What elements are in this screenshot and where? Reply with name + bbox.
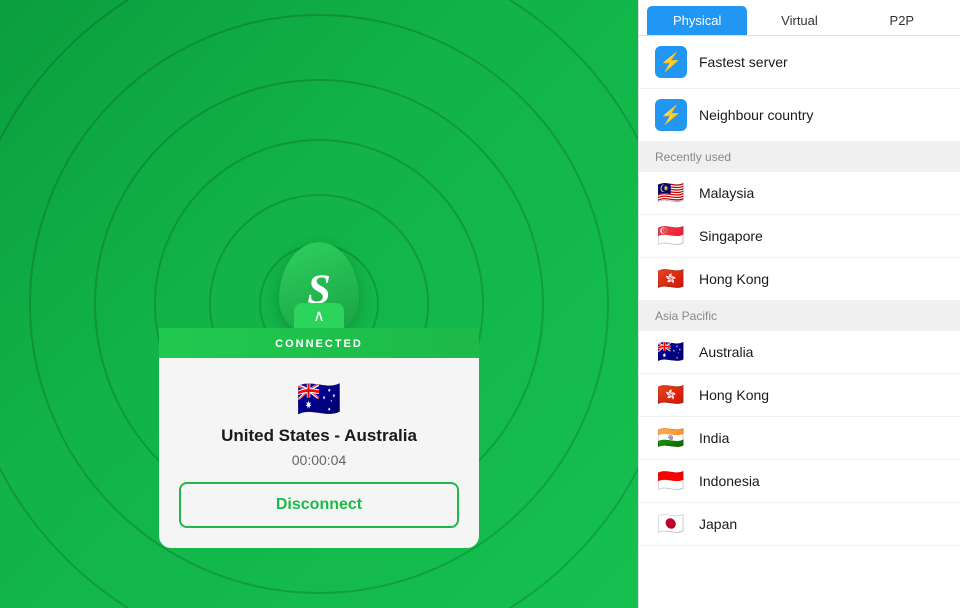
disconnect-button[interactable]: Disconnect [179,482,459,528]
tab-physical[interactable]: Physical [647,6,747,35]
hong-kong-flag: 🇭🇰 [655,384,687,406]
neighbour-country-icon: ⚡ [655,99,687,131]
japan-label: Japan [699,516,737,532]
asia-pacific-label: Asia Pacific [655,309,717,323]
right-panel: Physical Virtual P2P ⚡ Fastest server ⚡ … [638,0,960,608]
fastest-server-item[interactable]: ⚡ Fastest server [639,36,960,89]
australia-flag: 🇦🇺 [655,341,687,363]
chevron-up-icon: ∧ [313,306,325,326]
indonesia-flag: 🇮🇩 [655,470,687,492]
chevron-up[interactable]: ∧ [294,303,344,328]
tab-virtual[interactable]: Virtual [749,6,849,35]
hong-kong-recently-flag: 🇭🇰 [655,268,687,290]
fastest-server-label: Fastest server [699,54,788,70]
indonesia-label: Indonesia [699,473,760,489]
india-label: India [699,430,729,446]
country-name: United States - Australia [221,426,417,446]
fastest-server-icon: ⚡ [655,46,687,78]
malaysia-flag: 🇲🇾 [655,182,687,204]
connected-card: ∧ CONNECTED 🇦🇺 United States - Australia… [159,303,479,548]
singapore-flag: 🇸🇬 [655,225,687,247]
singapore-label: Singapore [699,228,763,244]
tab-p2p-label: P2P [890,13,915,28]
india-item[interactable]: 🇮🇳 India [639,417,960,460]
tabs-bar: Physical Virtual P2P [639,0,960,36]
bolt-icon-2: ⚡ [660,105,682,126]
neighbour-country-item[interactable]: ⚡ Neighbour country [639,89,960,142]
connection-timer: 00:00:04 [292,452,347,468]
neighbour-country-label: Neighbour country [699,107,813,123]
bolt-icon: ⚡ [660,52,682,73]
hong-kong-label: Hong Kong [699,387,769,403]
card-body: 🇦🇺 United States - Australia 00:00:04 Di… [159,358,479,548]
connected-label-bar: CONNECTED [159,328,479,358]
country-flag: 🇦🇺 [297,378,342,420]
tab-virtual-label: Virtual [781,13,818,28]
australia-item[interactable]: 🇦🇺 Australia [639,331,960,374]
india-flag: 🇮🇳 [655,427,687,449]
australia-label: Australia [699,344,753,360]
japan-item[interactable]: 🇯🇵 Japan [639,503,960,546]
malaysia-label: Malaysia [699,185,754,201]
server-list: ⚡ Fastest server ⚡ Neighbour country Rec… [639,36,960,608]
connected-status-label: CONNECTED [275,338,363,350]
hong-kong-recently-item[interactable]: 🇭🇰 Hong Kong [639,258,960,301]
malaysia-item[interactable]: 🇲🇾 Malaysia [639,172,960,215]
singapore-item[interactable]: 🇸🇬 Singapore [639,215,960,258]
indonesia-item[interactable]: 🇮🇩 Indonesia [639,460,960,503]
tab-physical-label: Physical [673,13,721,28]
recently-used-label: Recently used [655,150,731,164]
hong-kong-item[interactable]: 🇭🇰 Hong Kong [639,374,960,417]
hong-kong-recently-label: Hong Kong [699,271,769,287]
recently-used-header: Recently used [639,142,960,172]
left-panel: S ∧ CONNECTED 🇦🇺 United States - Austral… [0,0,638,608]
tab-p2p[interactable]: P2P [852,6,952,35]
japan-flag: 🇯🇵 [655,513,687,535]
asia-pacific-header: Asia Pacific [639,301,960,331]
